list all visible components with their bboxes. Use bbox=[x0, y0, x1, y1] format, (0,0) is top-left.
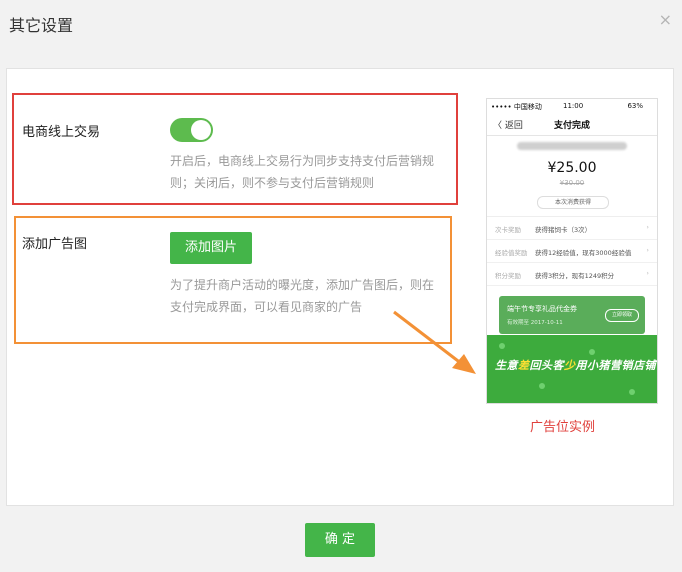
payment-amount: ¥25.00 bbox=[547, 160, 597, 176]
coupon-card: 端午节专享礼品代金券 有效期至 2017-10-11 立即领取 bbox=[499, 296, 645, 334]
ad-desc-line1: 为了提升商户活动的曝光度，添加广告图后，则在 bbox=[170, 278, 435, 292]
chevron-right-icon: › bbox=[646, 223, 649, 231]
reward-pill: 本次消费获得 bbox=[537, 196, 609, 209]
phone-page-title: 支付完成 bbox=[553, 121, 590, 131]
coupon-claim-button: 立即领取 bbox=[605, 309, 639, 322]
ecommerce-desc-line2: 则；关闭后，则不参与支付后营销规则 bbox=[170, 176, 375, 190]
add-image-button[interactable]: 添加图片 bbox=[170, 232, 252, 264]
reward-row-key: 经验值奖励 bbox=[495, 249, 528, 257]
reward-row-key: 次卡奖励 bbox=[495, 226, 521, 234]
payment-amount-area: ¥25.00 ¥30.00 本次消费获得 bbox=[487, 136, 657, 217]
reward-row: 积分奖励 获得3积分，现有1249积分 › bbox=[487, 263, 657, 286]
phone-navbar: 〈 返回 支付完成 bbox=[487, 113, 657, 136]
decor-dots bbox=[499, 343, 505, 349]
ecommerce-desc-line1: 开启后，电商线上交易行为同步支持支付后营销规 bbox=[170, 154, 435, 168]
reward-row-key: 积分奖励 bbox=[495, 272, 521, 280]
ad-preview-phone: ••••• 中国移动 11:00 63% 〈 返回 支付完成 ¥25.00 ¥3… bbox=[486, 98, 658, 404]
chevron-right-icon: › bbox=[646, 246, 649, 254]
original-amount: ¥30.00 bbox=[559, 179, 585, 187]
ad-image-label: 添加广告图 bbox=[22, 237, 88, 252]
reward-row: 经验值奖励 获得12经验值，现有3000经验值 › bbox=[487, 240, 657, 263]
reward-row-value: 获得3积分，现有1249积分 bbox=[535, 272, 615, 280]
reward-row: 次卡奖励 获得猪饲卡（3次） › bbox=[487, 217, 657, 240]
blurred-merchant-name bbox=[517, 142, 627, 150]
confirm-button[interactable]: 确 定 bbox=[305, 523, 375, 557]
status-time: 11:00 bbox=[563, 102, 584, 110]
dialog-title-bar: 其它设置 × bbox=[0, 0, 682, 46]
ecommerce-toggle[interactable] bbox=[170, 118, 213, 142]
close-icon[interactable]: × bbox=[659, 10, 672, 29]
ad-text-part: 回头客 bbox=[529, 359, 564, 372]
ad-example-caption: 广告位实例 bbox=[530, 420, 596, 435]
ecommerce-description: 开启后，电商线上交易行为同步支持支付后营销规 则；关闭后，则不参与支付后营销规则 bbox=[170, 150, 434, 194]
status-carrier: ••••• 中国移动 bbox=[491, 103, 542, 111]
status-battery: 63% bbox=[627, 102, 643, 110]
reward-row-value: 获得12经验值，现有3000经验值 bbox=[535, 249, 632, 257]
ecommerce-label: 电商线上交易 bbox=[22, 125, 101, 140]
coupon-date: 有效期至 2017-10-11 bbox=[507, 320, 563, 326]
ad-text-highlight: 差 bbox=[518, 359, 530, 372]
chevron-right-icon: › bbox=[646, 269, 649, 277]
pointer-arrow-icon bbox=[393, 310, 476, 374]
phone-status-bar: ••••• 中国移动 11:00 63% bbox=[487, 99, 657, 113]
ad-text-highlight: 少 bbox=[564, 359, 576, 372]
ad-banner: 生意差回头客少用小猪营销店铺 bbox=[487, 335, 657, 403]
coupon-title: 端午节专享礼品代金券 bbox=[507, 305, 577, 313]
dialog-title: 其它设置 bbox=[9, 16, 74, 35]
reward-row-value: 获得猪饲卡（3次） bbox=[535, 226, 592, 234]
ad-banner-text: 生意差回头客少用小猪营销店铺 bbox=[495, 357, 656, 373]
ad-text-part: 用小猪营销店铺 bbox=[575, 359, 656, 372]
ad-text-part: 生意 bbox=[495, 359, 518, 372]
toggle-knob bbox=[191, 120, 211, 140]
